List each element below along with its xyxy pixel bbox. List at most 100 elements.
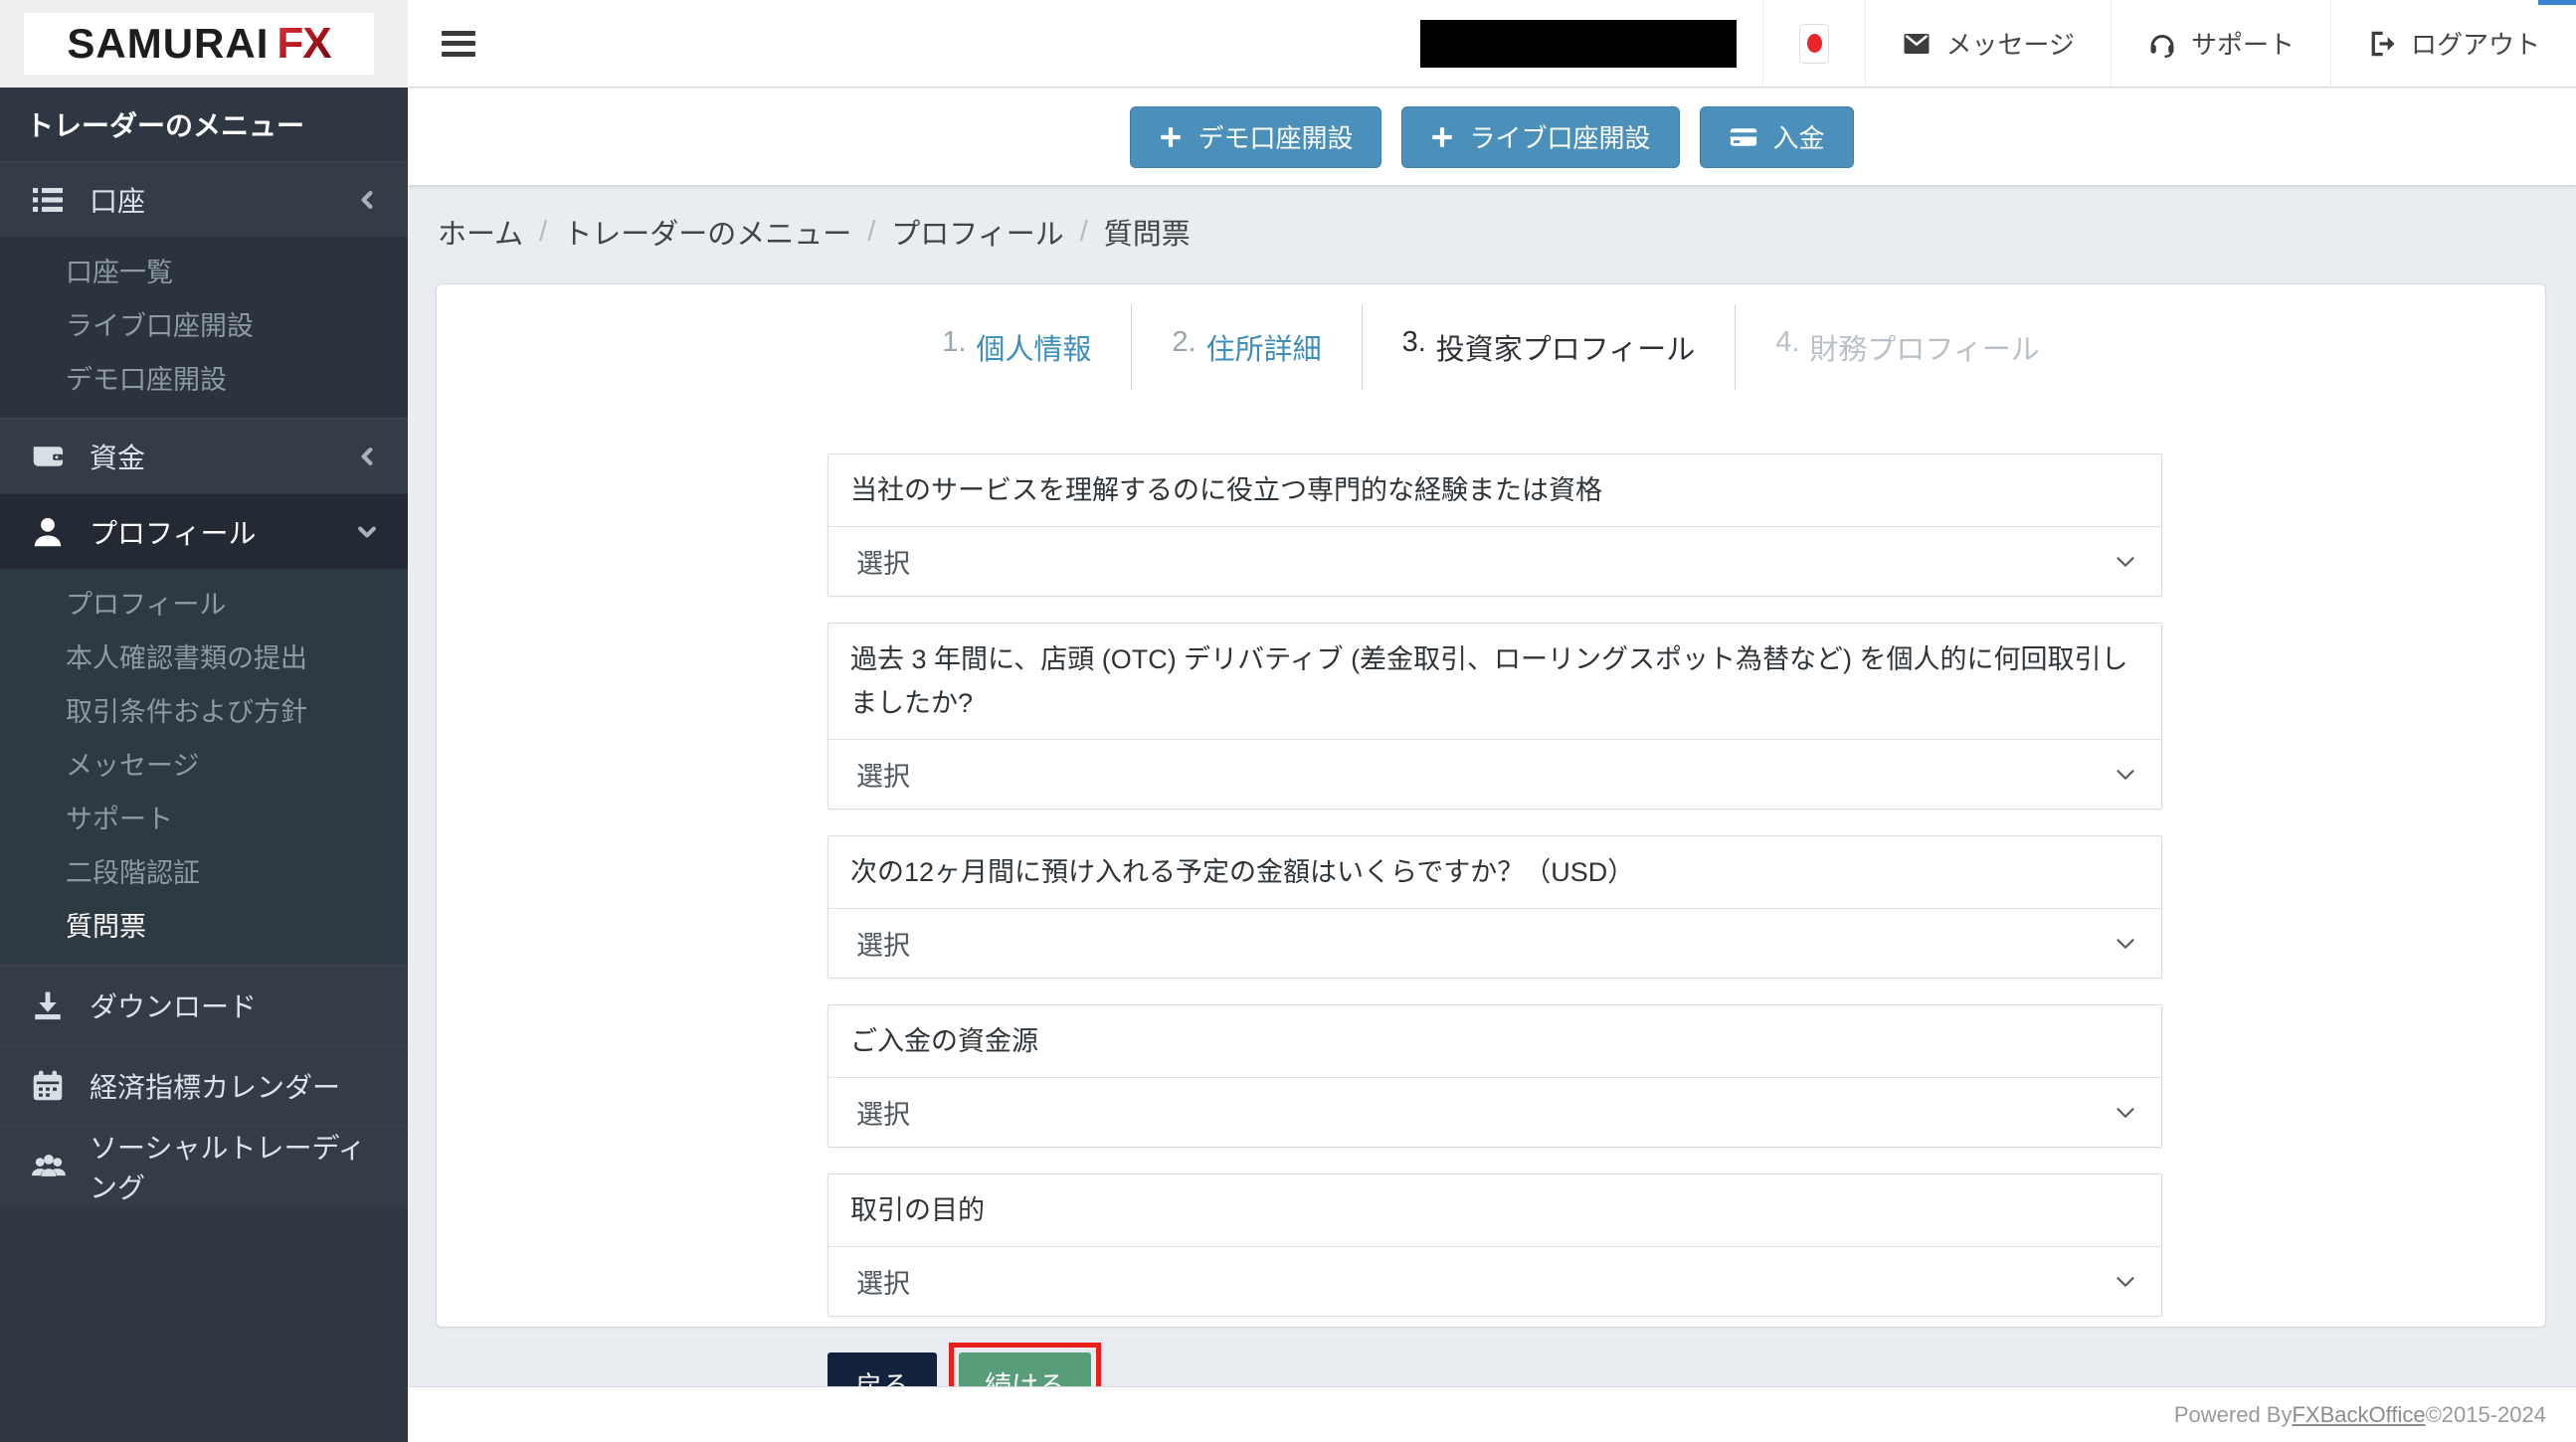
field-otc-trading-frequency: 過去 3 年間に、店頭 (OTC) デリバティブ (差金取引、ローリングスポット… (828, 623, 2162, 810)
sidebar-item-two-factor[interactable]: 二段階認証 (0, 843, 408, 897)
field-label: ご入金の資金源 (828, 1005, 2161, 1078)
main-content: ホーム / トレーダーのメニュー / プロフィール / 質問票 1. 個人情報 … (408, 185, 2576, 1425)
envelope-icon (1902, 29, 1932, 59)
chevron-down-icon (356, 521, 378, 543)
source-of-funds-select[interactable]: 選択 (828, 1078, 2161, 1147)
open-demo-account-label: デモ口座開設 (1197, 123, 1354, 153)
breadcrumb-separator: / (539, 215, 548, 248)
step-investor-profile-current: 3. 投資家プロフィール (1363, 304, 1737, 390)
user-icon (30, 514, 66, 550)
field-label: 過去 3 年間に、店頭 (OTC) デリバティブ (差金取引、ローリングスポット… (828, 624, 2161, 740)
questionnaire-form: 当社のサービスを理解するのに役立つ専門的な経験または資格 選択 過去 3 年間に… (828, 453, 2162, 1425)
step-address-details[interactable]: 2. 住所詳細 (1132, 304, 1363, 390)
field-source-of-funds: ご入金の資金源 選択 (828, 1004, 2162, 1148)
sidebar: SAMURAI FX トレーダーのメニュー 口座 口座一覧 ライブ口座開設 デモ… (0, 0, 408, 1442)
hamburger-icon[interactable] (442, 30, 475, 57)
sidebar-item-open-demo-account[interactable]: デモ口座開設 (0, 350, 408, 404)
sidebar-submenu-profile: プロフィール 本人確認書類の提出 取引条件および方針 メッセージ サポート 二段… (0, 569, 408, 965)
top-bar: メッセージ サポート ログアウト (408, 0, 2576, 88)
otc-trading-frequency-select[interactable]: 選択 (828, 740, 2161, 809)
calendar-icon (30, 1068, 66, 1104)
wallet-icon (30, 439, 66, 474)
fxbackoffice-link[interactable]: FXBackOffice (2292, 1402, 2425, 1428)
breadcrumb-profile[interactable]: プロフィール (891, 211, 1063, 253)
breadcrumb-trader-menu[interactable]: トレーダーのメニュー (563, 211, 851, 253)
sidebar-item-downloads[interactable]: ダウンロード (0, 965, 408, 1045)
chevron-down-icon (2116, 1106, 2135, 1119)
sidebar-group-funds[interactable]: 資金 (0, 418, 408, 493)
field-label: 当社のサービスを理解するのに役立つ専門的な経験または資格 (828, 454, 2161, 527)
sidebar-item-id-documents[interactable]: 本人確認書類の提出 (0, 629, 408, 682)
field-label: 次の12ヶ月間に預け入れる予定の金額はいくらですか？（USD） (828, 836, 2161, 909)
step-number: 4. (1775, 326, 1800, 358)
step-personal-info[interactable]: 1. 個人情報 (902, 304, 1133, 390)
sidebar-item-social-trading[interactable]: ソーシャルトレーディング (0, 1126, 408, 1206)
sidebar-item-label: ダウンロード (90, 991, 258, 1022)
brand-name-fx: FX (276, 19, 331, 68)
sidebar-item-questionnaire-active[interactable]: 質問票 (0, 897, 408, 951)
breadcrumb-home[interactable]: ホーム (438, 211, 523, 253)
planned-deposit-amount-select[interactable]: 選択 (828, 909, 2161, 978)
sidebar-group-label: プロフィール (90, 517, 257, 549)
chevron-down-icon (2116, 937, 2135, 950)
step-label: 住所詳細 (1205, 334, 1322, 366)
sidebar-group-label: 口座 (90, 185, 146, 217)
support-label: サポート (2190, 30, 2295, 60)
deposit-label: 入金 (1772, 123, 1825, 153)
open-live-account-button[interactable]: ライブ口座開設 (1401, 105, 1680, 168)
sidebar-group-label: 資金 (90, 442, 146, 473)
step-label: 財務プロフィール (1809, 334, 2040, 366)
messages-button[interactable]: メッセージ (1865, 0, 2110, 88)
support-button[interactable]: サポート (2110, 0, 2330, 88)
chevron-down-icon (2116, 768, 2135, 781)
sidebar-group-accounts[interactable]: 口座 (0, 161, 408, 237)
top-bar-right: メッセージ サポート ログアウト (1420, 0, 2576, 88)
japan-flag-icon (1799, 23, 1830, 64)
deposit-button[interactable]: 入金 (1699, 105, 1854, 168)
redacted-account-name (1420, 19, 1738, 68)
step-number: 1. (942, 326, 967, 358)
list-icon (30, 182, 66, 218)
sidebar-item-messages[interactable]: メッセージ (0, 736, 408, 790)
field-purpose-of-trading: 取引の目的 選択 (828, 1173, 2162, 1317)
account-action-band: デモ口座開設 ライブ口座開設 入金 (408, 89, 2576, 185)
footer-powered-by: Powered By (2173, 1401, 2293, 1427)
step-label: 投資家プロフィール (1435, 334, 1696, 366)
step-financial-profile-disabled: 4. 財務プロフィール (1736, 304, 2080, 390)
breadcrumb-questionnaire-current: 質問票 (1103, 219, 1191, 251)
wizard-steps: 1. 個人情報 2. 住所詳細 3. 投資家プロフィール 4. 財務プロフィール (437, 304, 2545, 390)
breadcrumb-separator: / (867, 215, 876, 248)
select-value: 選択 (856, 1269, 910, 1299)
sidebar-item-label: 経済指標カレンダー (90, 1072, 341, 1103)
professional-experience-select[interactable]: 選択 (828, 527, 2161, 596)
logout-icon (2367, 29, 2397, 59)
sidebar-item-label: ソーシャルトレーディング (90, 1133, 366, 1203)
sidebar-item-trading-terms[interactable]: 取引条件および方針 (0, 682, 408, 736)
footer: Powered By FXBackOffice ©2015-2024 (408, 1386, 2576, 1442)
purpose-of-trading-select[interactable]: 選択 (828, 1247, 2161, 1316)
sidebar-item-economic-calendar[interactable]: 経済指標カレンダー (0, 1045, 408, 1126)
chevron-left-icon (356, 446, 378, 467)
sidebar-group-profile[interactable]: プロフィール (0, 493, 408, 569)
sidebar-item-profile[interactable]: プロフィール (0, 575, 408, 629)
download-icon (30, 988, 66, 1023)
step-number: 2. (1172, 326, 1196, 358)
brand-name-samurai: SAMURAI (67, 20, 270, 67)
breadcrumb: ホーム / トレーダーのメニュー / プロフィール / 質問票 (408, 185, 2576, 253)
logout-label: ログアウト (2410, 30, 2540, 60)
users-icon (30, 1149, 66, 1184)
chevron-left-icon (356, 189, 378, 211)
open-live-account-label: ライブ口座開設 (1469, 123, 1651, 153)
logout-button[interactable]: ログアウト (2329, 0, 2576, 88)
footer-copyright: ©2015-2024 (2425, 1401, 2546, 1427)
field-professional-experience: 当社のサービスを理解するのに役立つ専門的な経験または資格 選択 (828, 453, 2162, 597)
open-demo-account-button[interactable]: デモ口座開設 (1130, 105, 1382, 168)
top-right-blue-artifact (2538, 0, 2576, 5)
sidebar-item-support[interactable]: サポート (0, 790, 408, 843)
sidebar-item-open-live-account[interactable]: ライブ口座開設 (0, 296, 408, 350)
brand-logo[interactable]: SAMURAI FX (24, 13, 374, 75)
select-value: 選択 (856, 931, 910, 961)
sidebar-item-account-list[interactable]: 口座一覧 (0, 243, 408, 296)
language-flag-button[interactable] (1762, 0, 1865, 88)
select-value: 選択 (856, 549, 910, 579)
